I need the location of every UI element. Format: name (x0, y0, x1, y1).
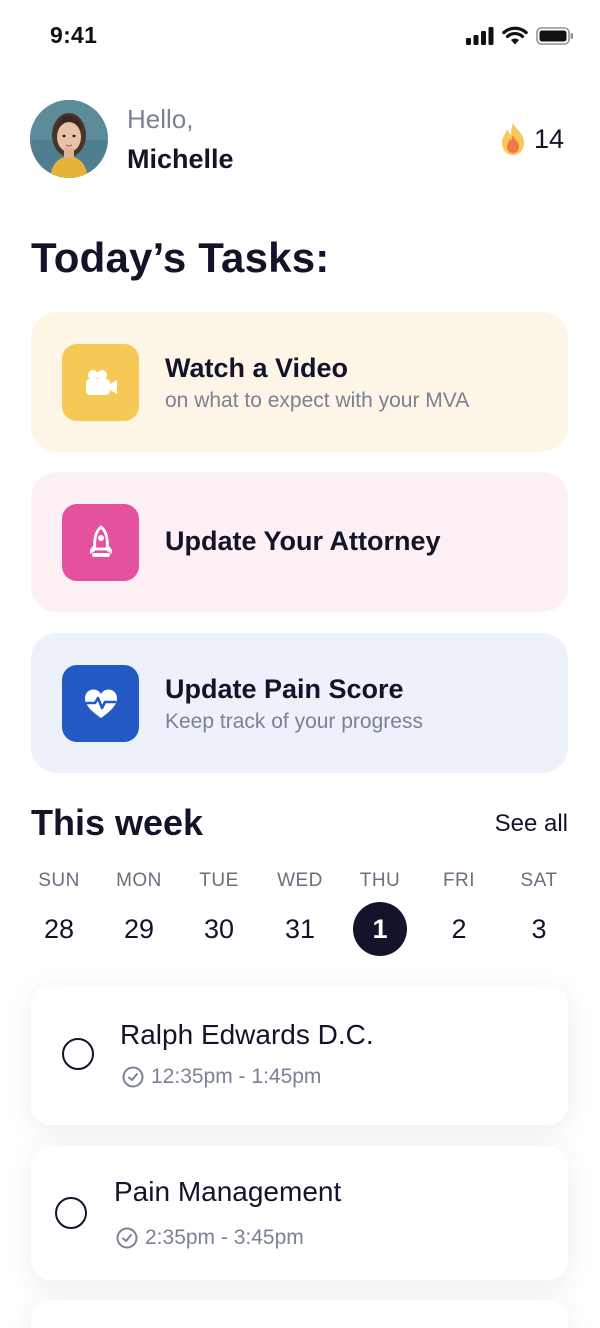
signal-icon (466, 26, 494, 45)
flame-icon (501, 123, 524, 155)
appointment-card[interactable]: Ralph Edwards D.C. 12:35pm - 1:45pm (31, 985, 568, 1125)
day-number: 29 (123, 913, 155, 944)
day-mon[interactable]: MON 29 (104, 870, 174, 944)
day-sun[interactable]: SUN 28 (24, 870, 94, 944)
day-tue[interactable]: TUE 30 (184, 870, 254, 944)
status-time: 9:41 (50, 22, 98, 48)
day-number: 28 (43, 913, 75, 944)
task-card-watch-video[interactable]: Watch a Video on what to expect with you… (31, 312, 568, 452)
task-icon-tile (62, 344, 139, 421)
week-header: This week See all (31, 802, 568, 848)
task-subtitle: on what to expect with your MVA (165, 389, 470, 412)
header: Hello, Michelle 14 (30, 100, 570, 180)
day-number: 2 (451, 913, 467, 944)
rocket-icon (89, 525, 112, 557)
wifi-icon (502, 26, 528, 45)
task-title: Update Pain Score (165, 674, 404, 704)
day-number-selected: 1 (353, 902, 407, 956)
status-bar: 9:41 (0, 0, 600, 72)
battery-icon (536, 26, 573, 45)
day-number: 30 (203, 913, 235, 944)
appointment-card[interactable]: Pain Management 2:35pm - 3:45pm (31, 1146, 568, 1280)
avatar[interactable] (30, 100, 108, 178)
day-name: SUN (38, 870, 80, 891)
heartbeat-icon (84, 689, 117, 718)
day-name: SAT (520, 870, 558, 891)
task-icon-tile (62, 665, 139, 742)
day-wed[interactable]: WED 31 (265, 870, 335, 944)
task-card-pain-score[interactable]: Update Pain Score Keep track of your pro… (31, 633, 568, 773)
task-subtitle: Keep track of your progress (165, 710, 423, 733)
day-sat[interactable]: SAT 3 (504, 870, 574, 944)
clock-icon (116, 1227, 138, 1249)
video-camera-icon (85, 369, 117, 395)
appointment-time-row: 2:35pm - 3:45pm (115, 1226, 304, 1250)
appointment-card-partial[interactable] (31, 1300, 568, 1328)
task-title: Update Your Attorney (165, 526, 441, 556)
clock-icon (122, 1066, 144, 1088)
section-title-this-week: This week (31, 802, 204, 843)
appointment-time-row: 12:35pm - 1:45pm (121, 1065, 321, 1089)
appointment-time: 2:35pm - 3:45pm (145, 1226, 304, 1249)
task-title: Watch a Video (165, 353, 349, 383)
appointment-checkbox[interactable] (62, 1038, 94, 1070)
day-thu-selected[interactable]: THU 1 (345, 870, 415, 956)
greeting-text: Hello, (127, 104, 194, 134)
day-fri[interactable]: FRI 2 (424, 870, 494, 944)
streak-count: 14 (533, 123, 564, 154)
appointment-title: Ralph Edwards D.C. (120, 1019, 374, 1050)
day-number: 31 (284, 913, 316, 944)
appointment-title: Pain Management (114, 1176, 342, 1207)
user-name: Michelle (127, 144, 234, 174)
see-all-link[interactable]: See all (495, 810, 568, 838)
day-name: MON (116, 870, 162, 891)
status-icons (466, 26, 574, 45)
day-number: 3 (531, 913, 547, 944)
day-name: THU (359, 870, 401, 891)
task-icon-tile (62, 504, 139, 581)
day-name: FRI (442, 870, 476, 891)
streak-counter[interactable]: 14 (498, 122, 564, 156)
page-title: Today’s Tasks: (31, 234, 330, 281)
appointment-time: 12:35pm - 1:45pm (151, 1065, 322, 1088)
day-name: WED (277, 870, 323, 891)
appointment-checkbox[interactable] (55, 1197, 87, 1229)
task-card-update-attorney[interactable]: Update Your Attorney (31, 472, 568, 612)
day-name: TUE (199, 870, 239, 891)
